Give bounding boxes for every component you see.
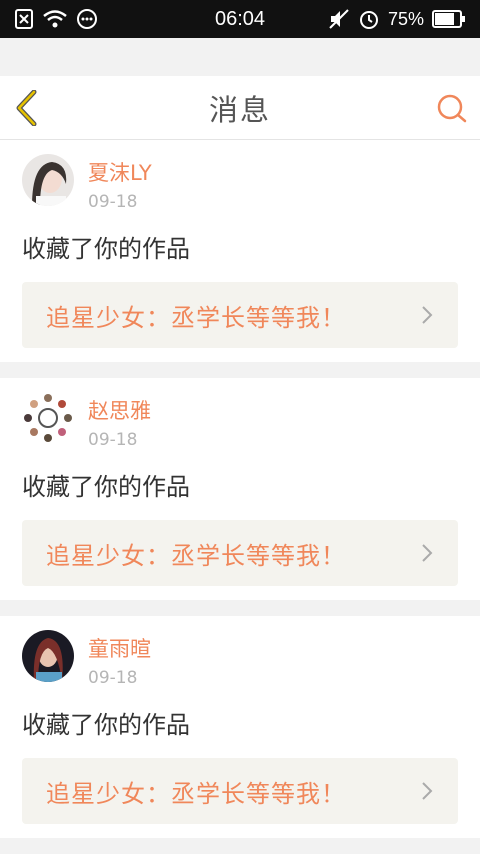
status-right: 75% bbox=[328, 8, 466, 30]
search-icon bbox=[437, 94, 467, 123]
user-row: 赵思雅 09-18 bbox=[22, 392, 458, 450]
work-title: 追星少女：丞学长等等我！ bbox=[46, 303, 346, 332]
message-date: 09-18 bbox=[88, 430, 138, 450]
chevron-right-icon bbox=[422, 306, 433, 324]
avatar[interactable] bbox=[22, 630, 74, 682]
sim-blocked-icon bbox=[14, 9, 34, 29]
chevron-right-icon bbox=[422, 782, 433, 800]
user-meta: 童雨暄 09-18 bbox=[88, 630, 151, 688]
chevron-right-icon bbox=[422, 544, 433, 562]
page-title: 消息 bbox=[208, 92, 271, 127]
separator bbox=[0, 600, 480, 616]
action-text: 收藏了你的作品 bbox=[22, 711, 190, 739]
avatar[interactable] bbox=[22, 392, 74, 444]
message-date: 09-18 bbox=[88, 668, 138, 688]
action-text: 收藏了你的作品 bbox=[22, 235, 190, 263]
status-left bbox=[14, 8, 98, 30]
user-meta: 夏沫LY 09-18 bbox=[88, 154, 152, 212]
app-header: 消息 bbox=[0, 76, 480, 140]
message-card: 赵思雅 09-18 收藏了你的作品 追星少女：丞学长等等我！ bbox=[0, 378, 480, 600]
message-icon bbox=[76, 8, 98, 30]
message-card: 夏沫LY 09-18 收藏了你的作品 追星少女：丞学长等等我！ bbox=[0, 140, 480, 362]
status-bar: 06:04 75% bbox=[0, 0, 480, 38]
work-link[interactable]: 追星少女：丞学长等等我！ bbox=[22, 520, 458, 586]
chevron-left-icon bbox=[16, 90, 37, 126]
header-spacer bbox=[0, 38, 480, 76]
wifi-icon bbox=[42, 9, 68, 29]
battery-percent: 75% bbox=[387, 8, 424, 29]
user-name[interactable]: 童雨暄 bbox=[88, 636, 151, 662]
action-text: 收藏了你的作品 bbox=[22, 473, 190, 501]
user-name[interactable]: 赵思雅 bbox=[88, 398, 151, 424]
user-row: 童雨暄 09-18 bbox=[22, 630, 458, 688]
work-title: 追星少女：丞学长等等我！ bbox=[46, 779, 346, 808]
back-button[interactable] bbox=[14, 90, 44, 126]
user-meta: 赵思雅 09-18 bbox=[88, 392, 151, 450]
message-date: 09-18 bbox=[88, 192, 138, 212]
work-link[interactable]: 追星少女：丞学长等等我！ bbox=[22, 282, 458, 348]
message-card: 童雨暄 09-18 收藏了你的作品 追星少女：丞学长等等我！ bbox=[0, 616, 480, 838]
status-time: 06:04 bbox=[214, 7, 266, 30]
separator bbox=[0, 362, 480, 378]
work-title: 追星少女：丞学长等等我！ bbox=[46, 541, 346, 570]
alarm-icon bbox=[358, 8, 380, 30]
user-name[interactable]: 夏沫LY bbox=[88, 160, 152, 186]
battery-icon bbox=[432, 10, 466, 28]
avatar[interactable] bbox=[22, 154, 74, 206]
work-link[interactable]: 追星少女：丞学长等等我！ bbox=[22, 758, 458, 824]
mute-icon bbox=[328, 8, 350, 30]
user-row: 夏沫LY 09-18 bbox=[22, 154, 458, 212]
search-button[interactable] bbox=[436, 93, 468, 125]
